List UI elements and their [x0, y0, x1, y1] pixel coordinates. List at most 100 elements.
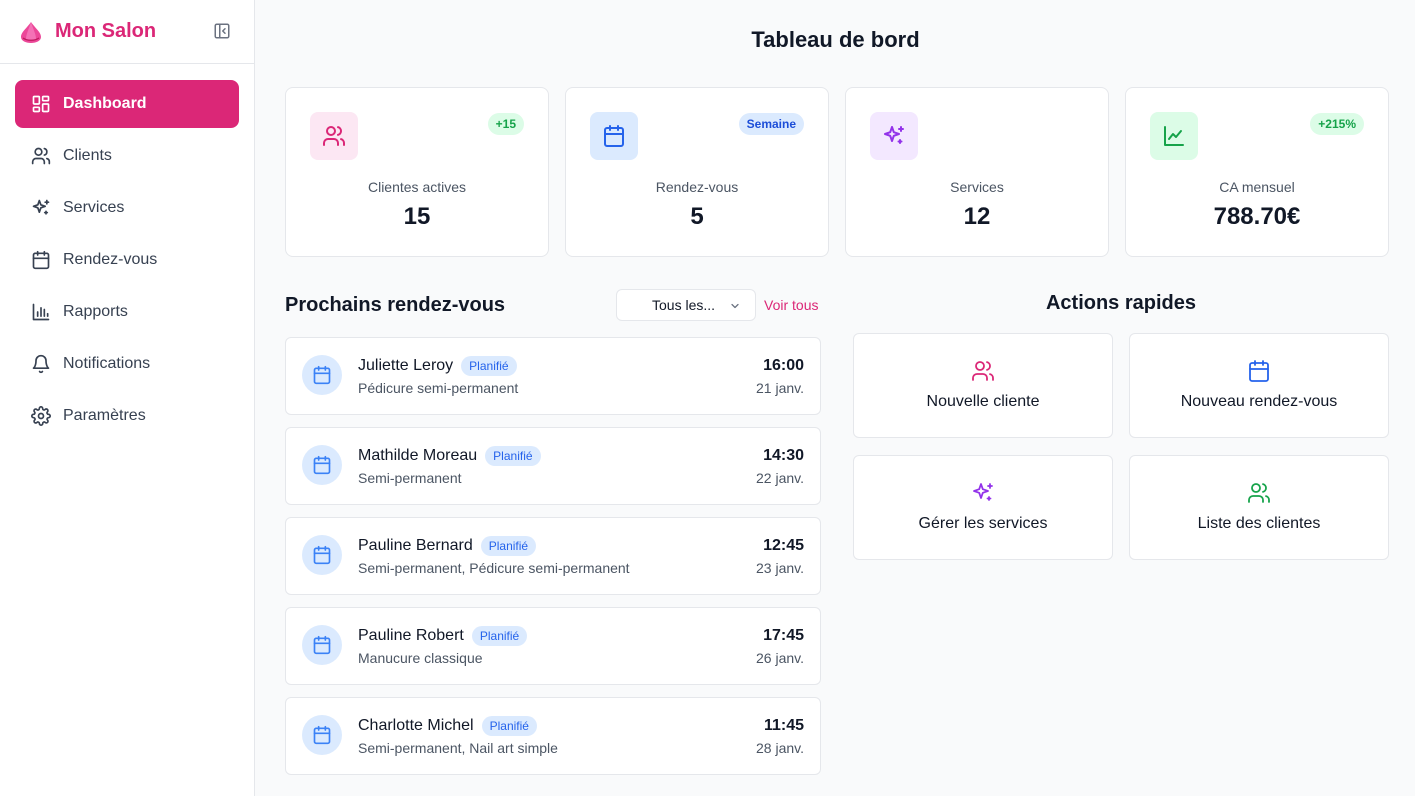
sidebar-item-services[interactable]: Services — [15, 184, 239, 232]
sidebar-item-rapports[interactable]: Rapports — [15, 288, 239, 336]
stat-icon-box — [870, 112, 918, 160]
appointment-date: 26 janv. — [756, 650, 804, 666]
sidebar-item-notifications[interactable]: Notifications — [15, 340, 239, 388]
appointment-date: 23 janv. — [756, 560, 804, 576]
stat-badge: Semaine — [738, 113, 804, 135]
sparkles-icon — [884, 126, 904, 144]
client-list-button[interactable]: Liste des clientes — [1129, 455, 1389, 560]
stat-label: CA mensuel — [1219, 179, 1295, 195]
sidebar-toggle-icon — [214, 23, 230, 39]
stat-badge: +15 — [487, 113, 524, 135]
sidebar-item-label: Notifications — [63, 355, 151, 372]
bar-chart-icon — [32, 303, 50, 321]
calendar-icon — [604, 125, 624, 147]
stat-value: 5 — [690, 203, 704, 230]
appointment-date: 22 janv. — [756, 470, 804, 486]
appointment-card[interactable]: Pauline Robert Planifié Manucure classiq… — [285, 607, 821, 685]
status-badge: Planifié — [480, 536, 537, 556]
appointment-service: Semi-permanent, Nail art simple — [358, 740, 558, 756]
appointment-icon-box — [302, 355, 342, 395]
appointment-time: 11:45 — [763, 717, 804, 734]
client-name: Mathilde Moreau — [358, 447, 478, 464]
salon-logo-icon — [18, 19, 44, 45]
appointment-icon-box — [302, 535, 342, 575]
appointment-card[interactable]: Juliette Leroy Planifié Pédicure semi-pe… — [285, 337, 821, 415]
appointment-name-row: Pauline Robert Planifié — [358, 626, 528, 646]
stat-badge: +215% — [1310, 113, 1364, 135]
appointment-card[interactable]: Pauline Bernard Planifié Semi-permanent,… — [285, 517, 821, 595]
stat-card-rendez-vous: Semaine Rendez-vous 5 — [565, 87, 829, 257]
appointment-time: 17:45 — [763, 627, 804, 644]
new-client-button[interactable]: Nouvelle cliente — [853, 333, 1113, 438]
appointment-date: 28 janv. — [756, 740, 804, 756]
users-icon — [1248, 483, 1270, 503]
action-icon-wrap — [854, 481, 1112, 505]
sparkles-icon — [973, 483, 993, 501]
manage-services-button[interactable]: Gérer les services — [853, 455, 1113, 560]
sidebar-item-parametres[interactable]: Paramètres — [15, 392, 239, 440]
collapse-sidebar-button[interactable] — [212, 21, 232, 41]
appointment-time: 12:45 — [763, 537, 804, 554]
stat-icon-box — [590, 112, 638, 160]
stat-card-clientes-actives: +15 Clientes actives 15 — [285, 87, 549, 257]
action-label: Liste des clientes — [1197, 515, 1321, 532]
stat-value: 788.70€ — [1213, 203, 1301, 230]
stat-value: 12 — [963, 203, 991, 230]
appointment-name-row: Juliette Leroy Planifié — [358, 356, 517, 376]
sidebar-nav: Dashboard Clients Services Rendez-vous R… — [0, 64, 254, 460]
sidebar-item-label: Services — [63, 199, 125, 216]
client-name: Pauline Bernard — [358, 537, 473, 554]
sidebar-item-label: Dashboard — [63, 95, 147, 112]
brand-name: Mon Salon — [55, 20, 157, 42]
appointment-icon-box — [302, 625, 342, 665]
users-icon — [972, 361, 994, 381]
bell-icon — [32, 354, 50, 374]
appointment-time: 14:30 — [763, 447, 804, 464]
appointment-icon-box — [302, 715, 342, 755]
calendar-icon — [32, 250, 50, 270]
action-label: Nouvelle cliente — [926, 393, 1040, 410]
calendar-icon — [1249, 360, 1269, 382]
brand: Mon Salon — [0, 0, 254, 64]
action-icon-wrap — [854, 359, 1112, 383]
appointment-date: 21 janv. — [756, 380, 804, 396]
sidebar-item-dashboard[interactable]: Dashboard — [15, 80, 239, 128]
calendar-icon — [313, 365, 331, 385]
client-name: Pauline Robert — [358, 627, 464, 644]
action-icon-wrap — [1130, 359, 1388, 383]
calendar-icon — [313, 635, 331, 655]
status-badge: Planifié — [485, 446, 541, 466]
calendar-icon — [313, 545, 331, 565]
appointment-service: Manucure classique — [358, 650, 483, 666]
appointment-card[interactable]: Mathilde Moreau Planifié Semi-permanent … — [285, 427, 821, 505]
dashboard-icon — [32, 95, 50, 113]
appointment-name-row: Mathilde Moreau Planifié — [358, 446, 541, 466]
client-name: Charlotte Michel — [358, 717, 474, 734]
sidebar-item-rendez-vous[interactable]: Rendez-vous — [15, 236, 239, 284]
status-badge: Planifié — [481, 716, 537, 736]
sidebar-item-clients[interactable]: Clients — [15, 132, 239, 180]
action-label: Nouveau rendez-vous — [1180, 393, 1338, 410]
new-appointment-button[interactable]: Nouveau rendez-vous — [1129, 333, 1389, 438]
calendar-icon — [313, 455, 331, 475]
appointment-name-row: Pauline Bernard Planifié — [358, 536, 537, 556]
stat-icon-box — [1150, 112, 1198, 160]
filter-select-value: Tous les... — [652, 297, 716, 313]
page-title: Tableau de bord — [751, 27, 920, 52]
status-badge: Planifié — [461, 356, 517, 376]
sidebar-item-label: Clients — [63, 147, 112, 164]
appointment-time: 16:00 — [763, 357, 804, 374]
stat-card-ca-mensuel: +215% CA mensuel 788.70€ — [1125, 87, 1389, 257]
appointment-service: Semi-permanent — [358, 470, 462, 486]
appointment-icon-box — [302, 445, 342, 485]
stat-label: Rendez-vous — [655, 179, 739, 195]
gear-icon — [31, 406, 51, 426]
sidebar: Mon Salon Dashboard Clients Services Ren… — [0, 0, 255, 796]
status-badge: Planifié — [471, 626, 528, 646]
appointments-filter-select[interactable]: Tous les... — [616, 289, 756, 321]
see-all-link[interactable]: Voir tous — [764, 297, 818, 313]
appointment-card[interactable]: Charlotte Michel Planifié Semi-permanent… — [285, 697, 821, 775]
action-icon-wrap — [1130, 481, 1388, 505]
appointment-service: Semi-permanent, Pédicure semi-permanent — [358, 560, 630, 576]
calendar-icon — [313, 725, 331, 745]
